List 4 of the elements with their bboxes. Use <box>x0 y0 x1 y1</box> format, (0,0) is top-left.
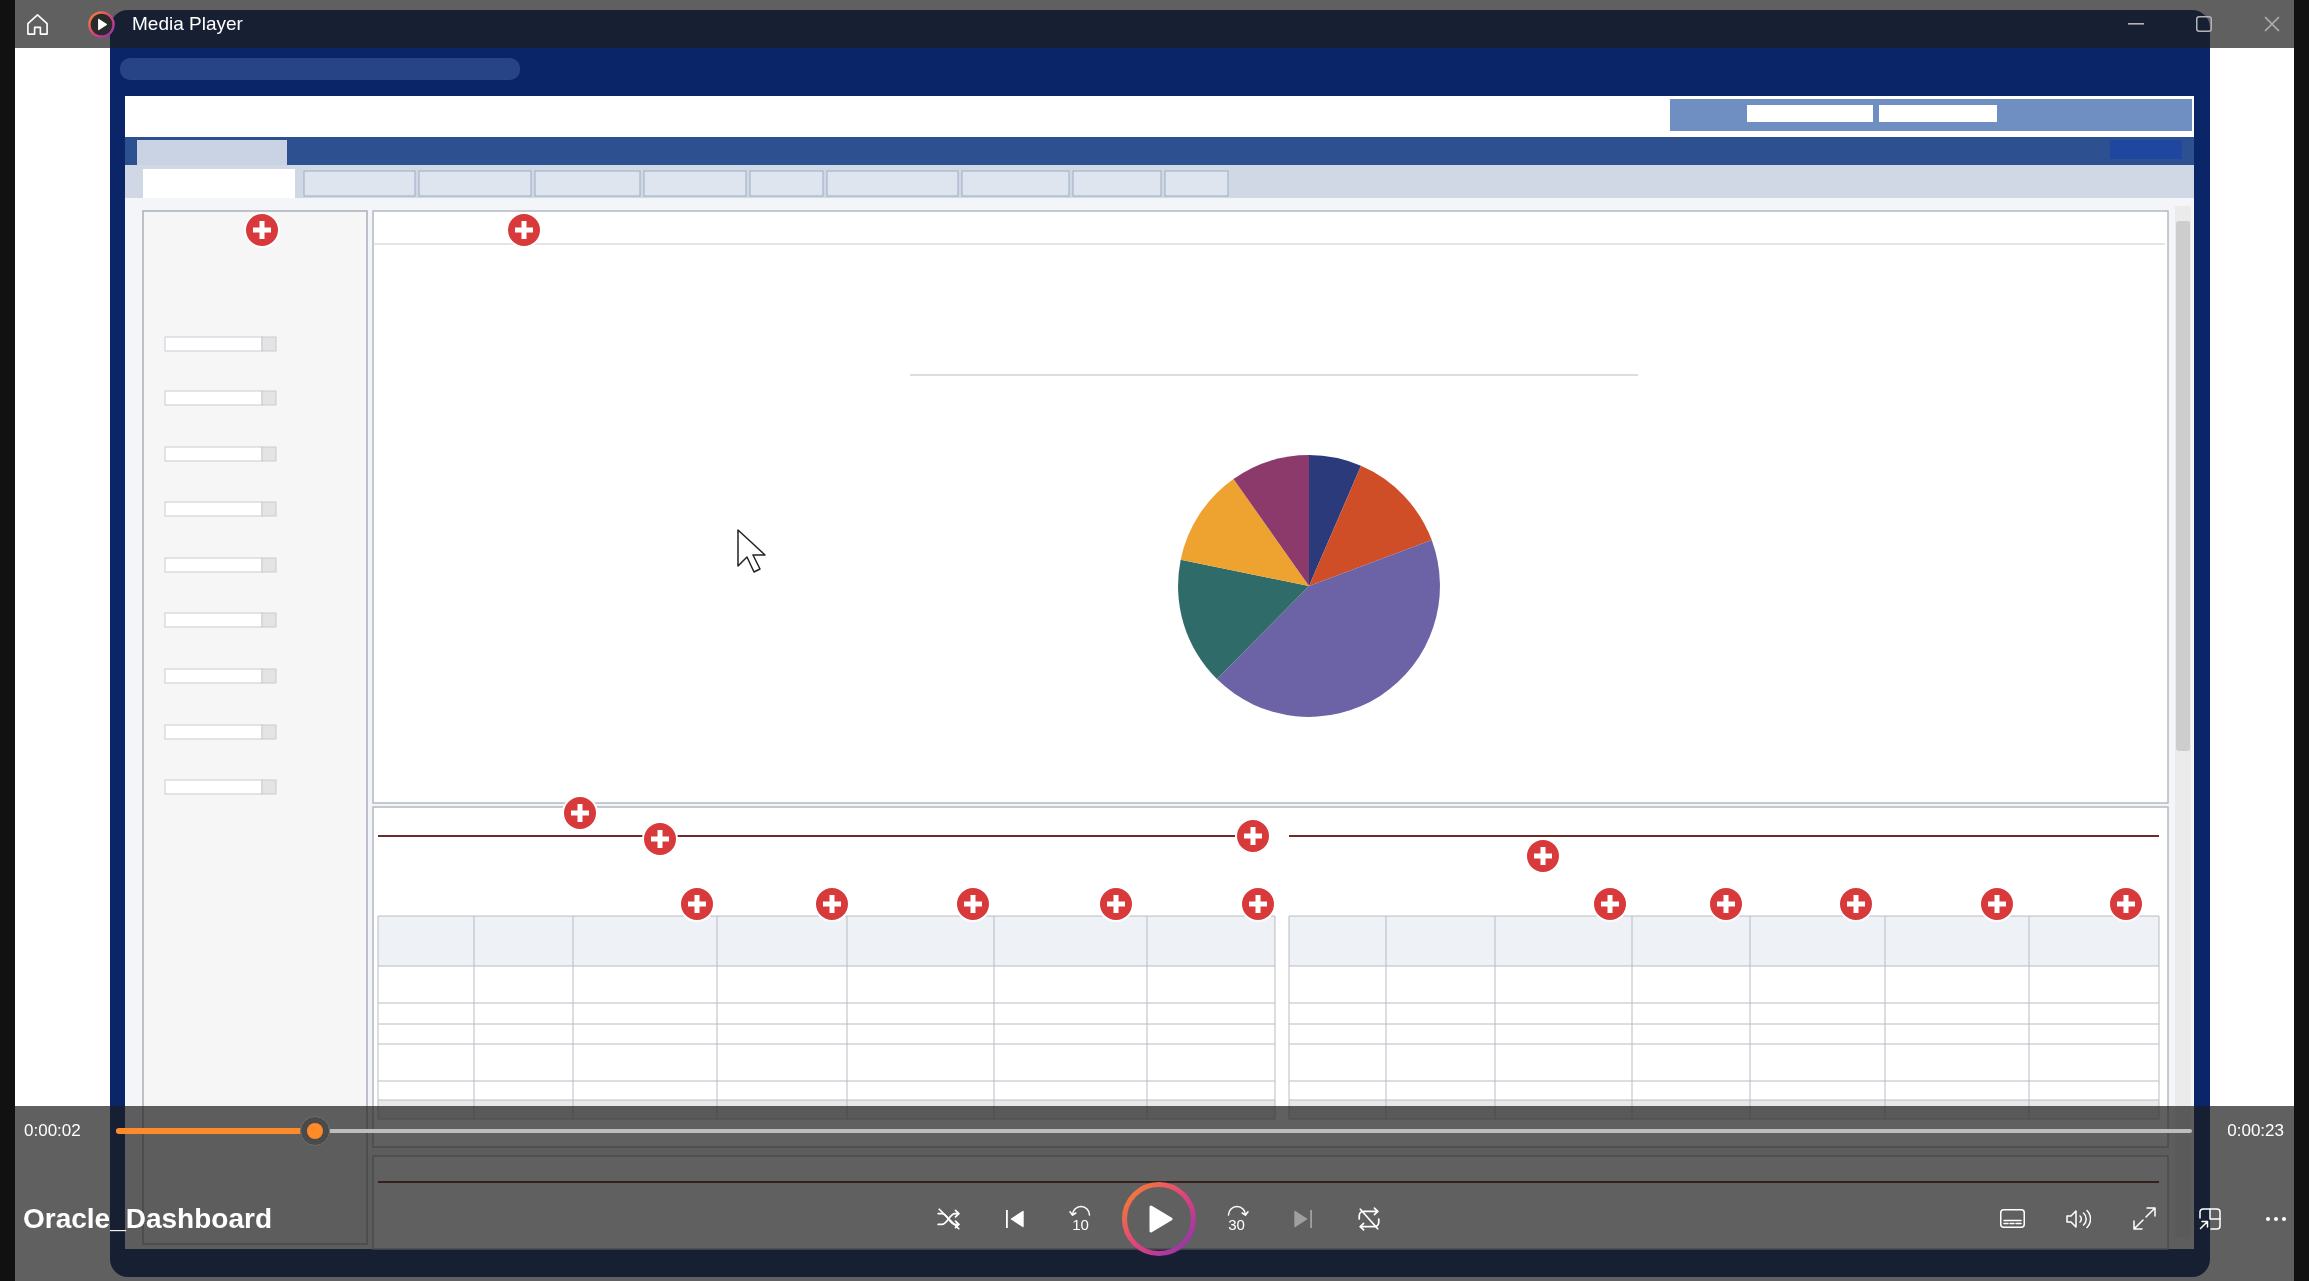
elapsed-time: 0:00:02 <box>24 1120 81 1143</box>
media-title: Oracle_Dashboard <box>23 1201 272 1236</box>
window-title: Media Player <box>132 11 243 36</box>
total-time: 0:00:23 <box>2227 1120 2284 1143</box>
